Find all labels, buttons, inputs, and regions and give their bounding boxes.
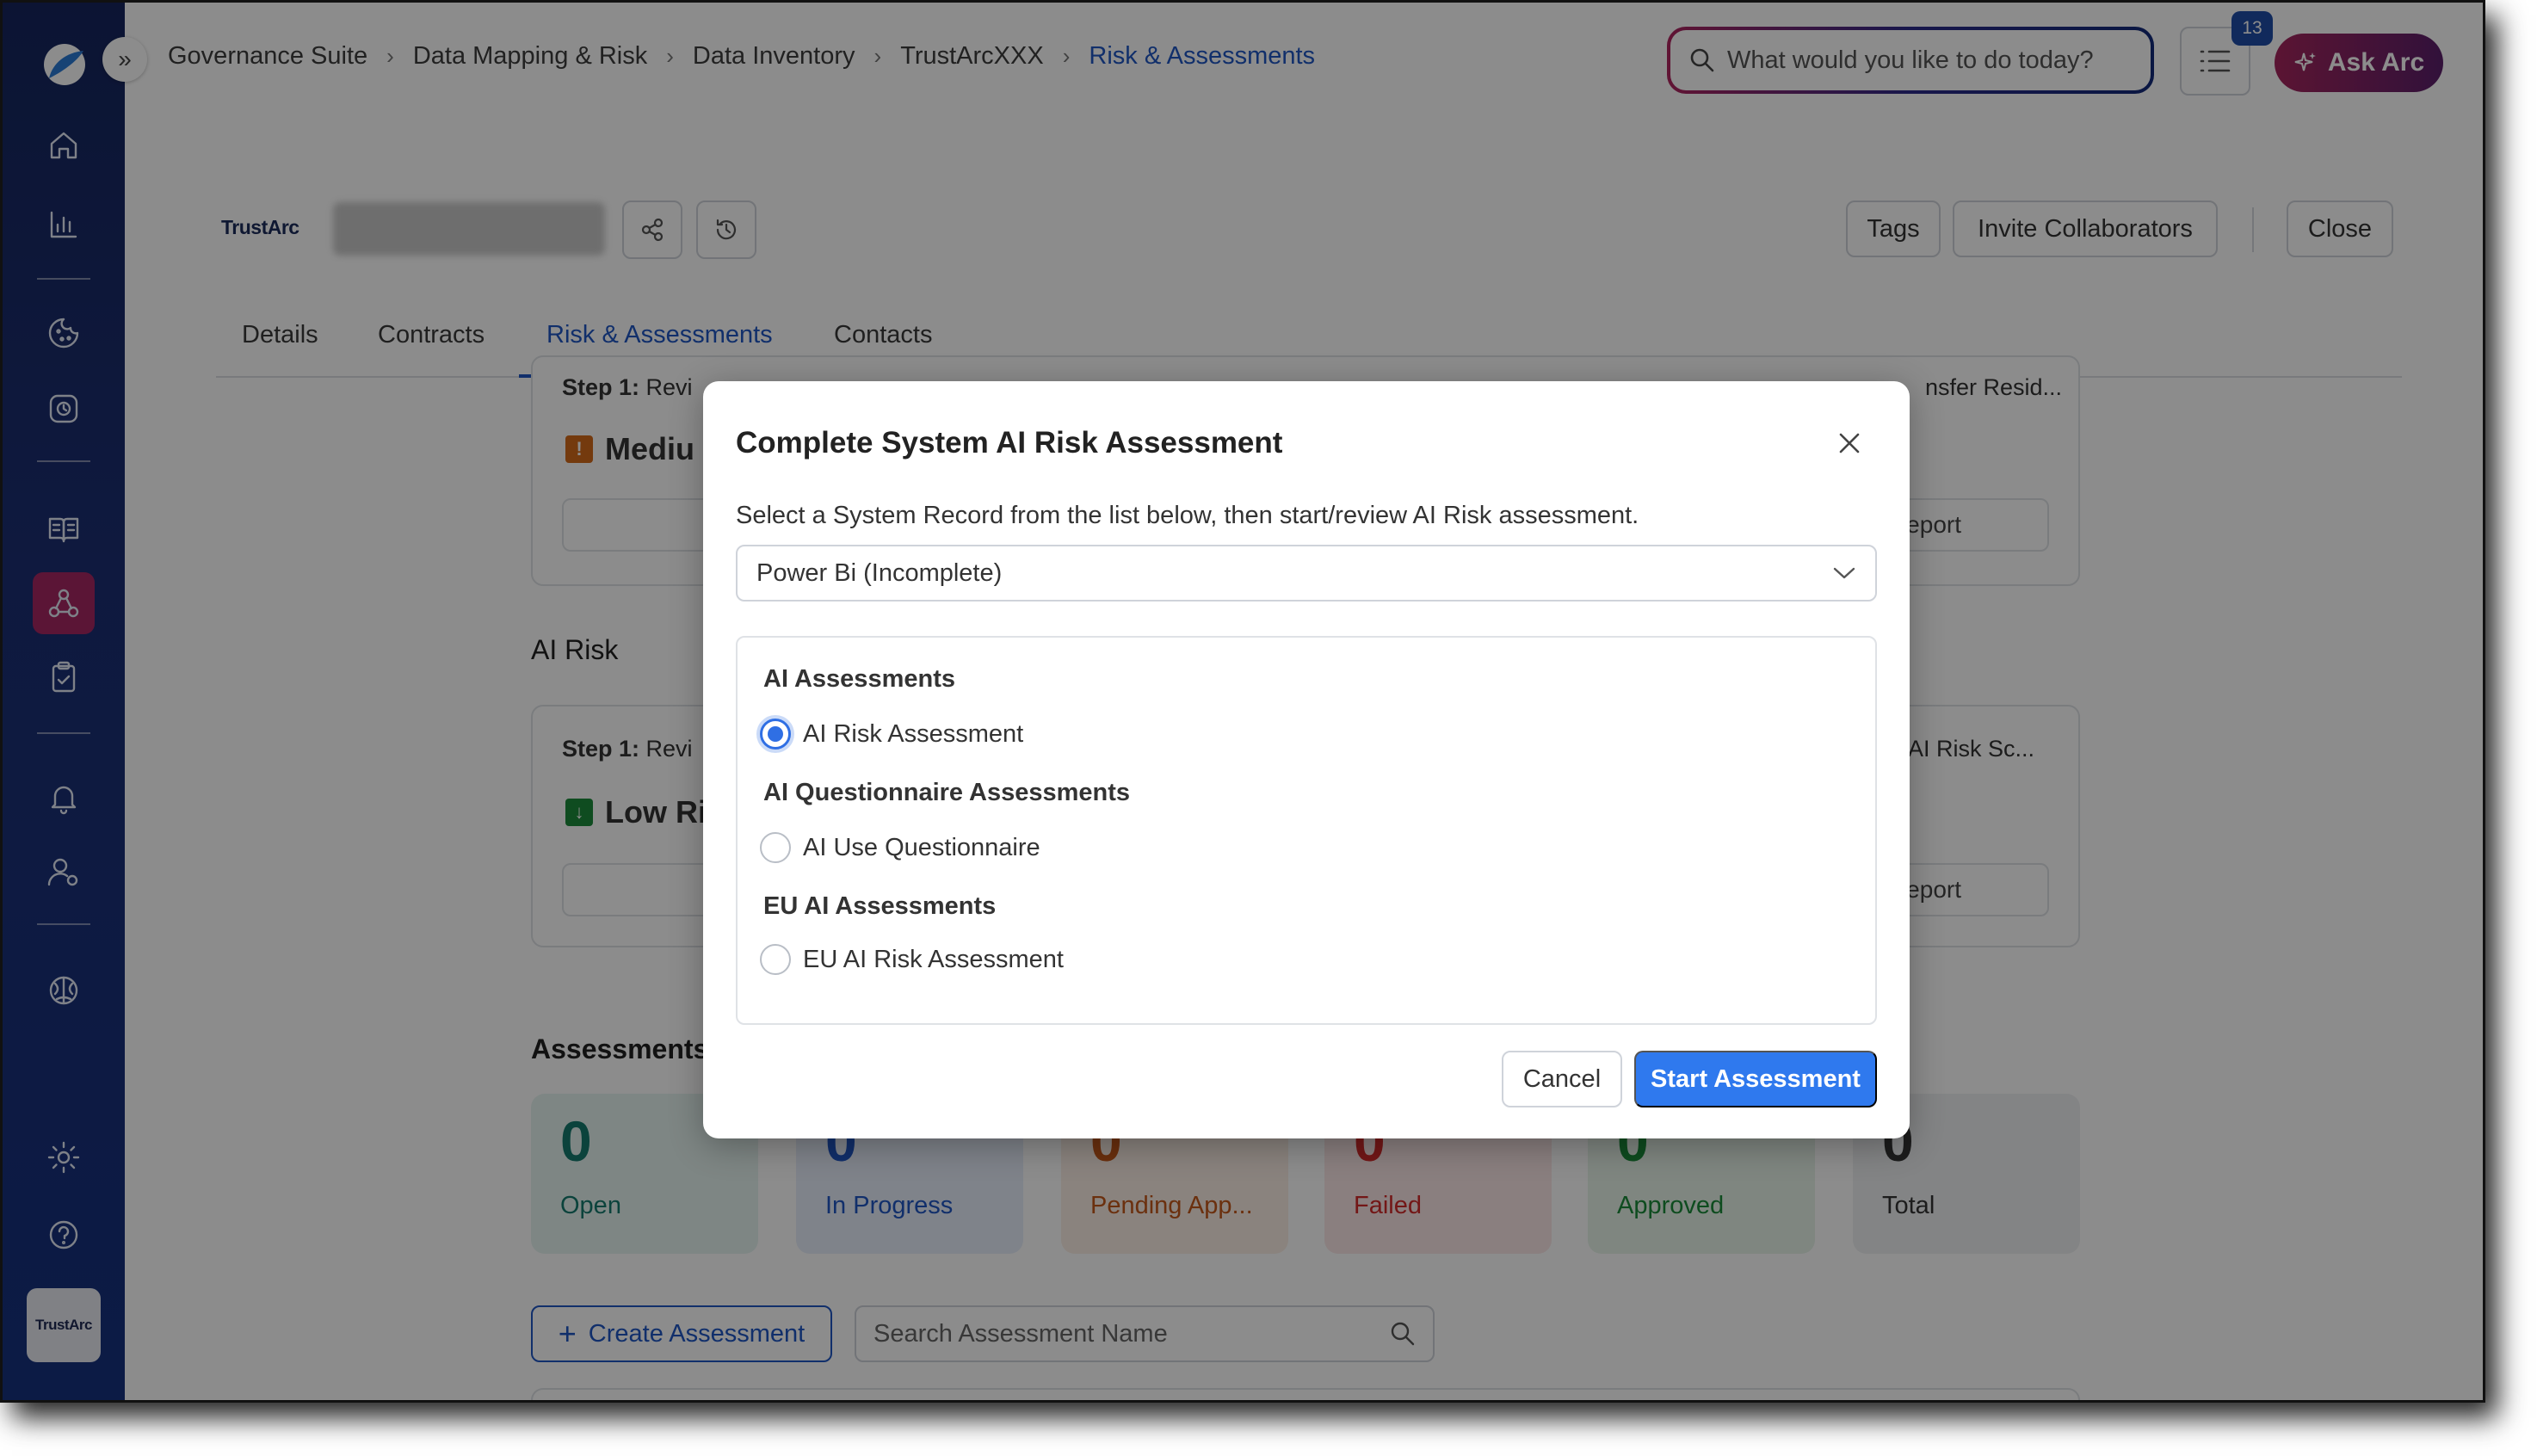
cancel-button[interactable]: Cancel	[1502, 1051, 1622, 1107]
start-assessment-button[interactable]: Start Assessment	[1634, 1051, 1877, 1107]
option-label: AI Use Questionnaire	[803, 833, 1040, 861]
group-label: AI Assessments	[763, 665, 955, 693]
dialog-description: Select a System Record from the list bel…	[736, 502, 1639, 529]
group-label: EU AI Assessments	[763, 892, 997, 920]
option-ai-use-questionnaire[interactable]: AI Use Questionnaire	[760, 832, 1040, 863]
option-label: EU AI Risk Assessment	[803, 945, 1064, 973]
system-record-select[interactable]: Power Bi (Incomplete)	[736, 545, 1877, 602]
radio-button[interactable]	[760, 719, 791, 750]
app-window: TrustArc » Governance Suite › Data Mappi…	[0, 0, 2485, 1403]
close-icon	[1839, 433, 1860, 453]
assessment-options: AI Assessments AI Risk Assessment AI Que…	[736, 636, 1877, 1025]
dialog-title: Complete System AI Risk Assessment	[736, 426, 1283, 460]
close-dialog-button[interactable]	[1832, 426, 1867, 460]
system-record-value: Power Bi (Incomplete)	[756, 558, 1003, 587]
option-ai-risk-assessment[interactable]: AI Risk Assessment	[760, 719, 1023, 750]
ai-risk-assessment-dialog: Complete System AI Risk Assessment Selec…	[703, 381, 1910, 1138]
radio-button[interactable]	[760, 832, 791, 863]
option-eu-ai-risk-assessment[interactable]: EU AI Risk Assessment	[760, 944, 1064, 975]
group-label: AI Questionnaire Assessments	[763, 779, 1131, 806]
option-label: AI Risk Assessment	[803, 719, 1024, 748]
chevron-down-icon	[1833, 567, 1855, 579]
radio-button[interactable]	[760, 944, 791, 975]
